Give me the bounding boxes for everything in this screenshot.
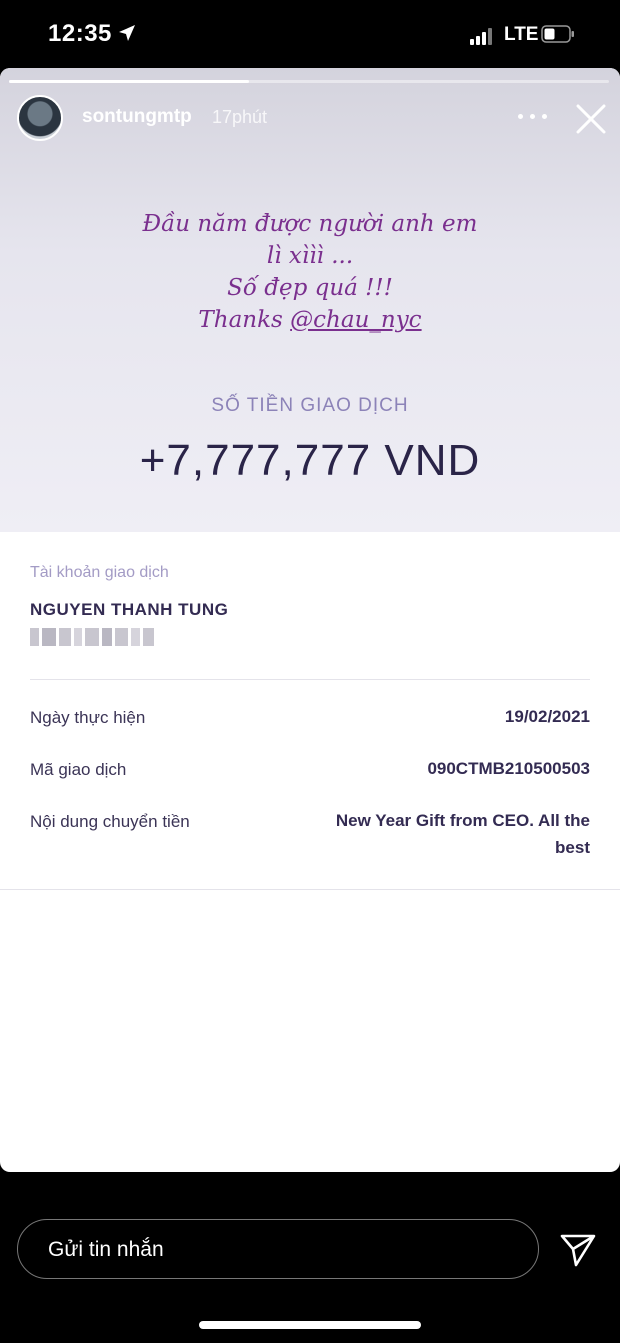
- status-time: 12:35: [48, 20, 112, 47]
- caption-thanks: Thanks: [198, 307, 291, 333]
- transaction-id-value: 090CTMB210500503: [427, 759, 590, 778]
- story-progress-bar: [9, 80, 609, 83]
- account-name: NGUYEN THANH TUNG: [30, 600, 229, 619]
- caption-line: Số đẹp quá !!!: [227, 275, 393, 301]
- story-time-ago: 17phút: [212, 107, 268, 127]
- network-type: LTE: [504, 24, 539, 45]
- story-header-area: sontungmtp 17phút Đầu năm được người anh…: [0, 68, 620, 532]
- home-indicator[interactable]: [199, 1321, 421, 1329]
- story-caption: Đầu năm được người anh em lì xììì ... Số…: [0, 208, 620, 336]
- battery-icon: [541, 25, 574, 43]
- transfer-content-line: best: [555, 838, 590, 857]
- mention-link[interactable]: @chau_nyc: [290, 307, 421, 333]
- avatar[interactable]: [17, 95, 63, 141]
- transfer-content-line: New Year Gift from CEO. All the: [335, 811, 590, 830]
- message-placeholder: Gửi tin nhắn: [48, 1238, 164, 1261]
- caption-line: Thanks @chau_nyc: [0, 304, 620, 336]
- status-bar: 12:35 LTE: [0, 0, 620, 68]
- amount-label: SỐ TIỀN GIAO DỊCH: [211, 395, 409, 416]
- caption-line: lì xììì ...: [266, 243, 354, 269]
- divider: [30, 679, 590, 680]
- story-progress-fill: [9, 80, 249, 83]
- send-icon[interactable]: [559, 1232, 597, 1268]
- transfer-content-label: Nội dung chuyển tiền: [30, 812, 190, 831]
- date-value: 19/02/2021: [504, 707, 590, 726]
- caption-line: Đầu năm được người anh em: [142, 211, 478, 237]
- account-number-redacted: [30, 628, 157, 648]
- more-dots-icon[interactable]: [518, 114, 548, 122]
- account-label: Tài khoản giao dịch: [30, 564, 169, 581]
- close-icon[interactable]: [574, 102, 608, 136]
- story-username[interactable]: sontungmtp: [82, 106, 192, 128]
- transaction-id-label: Mã giao dịch: [30, 760, 127, 779]
- date-label: Ngày thực hiện: [30, 708, 146, 727]
- message-input[interactable]: Gửi tin nhắn: [17, 1219, 539, 1279]
- transfer-content-value: New Year Gift from CEO. All the best: [336, 807, 590, 861]
- transaction-amount: +7,777,777 VND: [139, 436, 481, 485]
- divider: [0, 889, 620, 890]
- location-arrow-icon: [119, 25, 135, 41]
- signal-icon: [470, 27, 494, 45]
- story-card[interactable]: sontungmtp 17phút Đầu năm được người anh…: [0, 68, 620, 1172]
